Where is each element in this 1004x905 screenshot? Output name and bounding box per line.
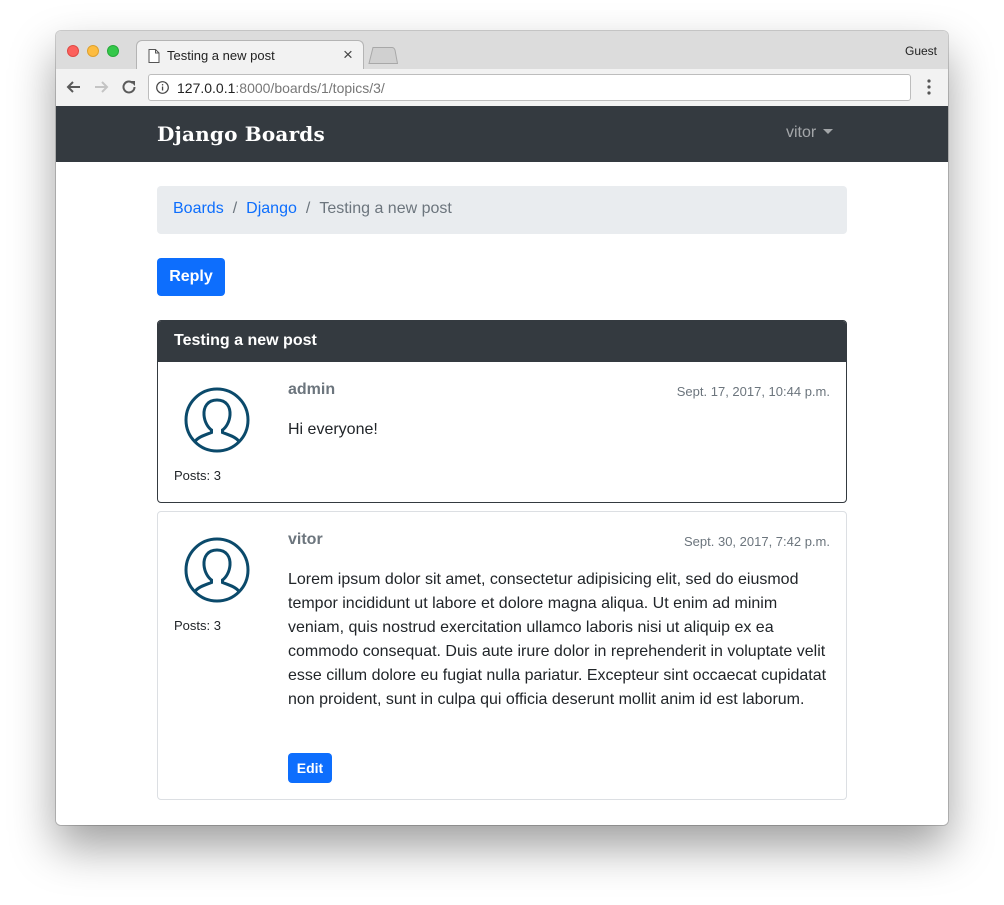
topic-title: Testing a new post xyxy=(158,321,846,362)
url-text: 127.0.0.1:8000/boards/1/topics/3/ xyxy=(177,80,385,96)
reply-button[interactable]: Reply xyxy=(157,258,225,296)
back-arrow-icon[interactable] xyxy=(64,77,84,97)
post-card: Posts: 3 vitor Sept. 30, 2017, 7:42 p.m.… xyxy=(157,511,847,800)
maximize-window-button[interactable] xyxy=(107,45,119,57)
posts-count: Posts: 3 xyxy=(174,618,221,633)
user-avatar-icon xyxy=(184,537,250,603)
breadcrumb-current: Testing a new post xyxy=(319,200,452,217)
browser-window: Testing a new post × Guest 127.0.0.1:800… xyxy=(56,31,948,825)
post-author: admin xyxy=(288,381,336,398)
page-content: Django Boards vitor Boards / Django / Testin… xyxy=(56,106,948,825)
breadcrumb: Boards / Django / Testing a new post xyxy=(157,186,847,234)
url-host: 127.0.0.1 xyxy=(177,80,236,96)
post-author: vitor xyxy=(288,531,323,548)
tab-strip: Testing a new post × Guest xyxy=(56,31,948,70)
post-message: Hi everyone! xyxy=(288,421,378,438)
menu-dots-icon[interactable] xyxy=(927,79,931,95)
post-card: Testing a new post Posts: 3 admin Sept. … xyxy=(157,320,847,503)
user-avatar-icon xyxy=(184,387,250,453)
document-icon xyxy=(148,49,160,63)
post-date: Sept. 30, 2017, 7:42 p.m. xyxy=(684,534,830,549)
browser-toolbar: 127.0.0.1:8000/boards/1/topics/3/ xyxy=(56,69,948,107)
profile-label[interactable]: Guest xyxy=(905,44,937,58)
caret-down-icon xyxy=(823,129,834,134)
browser-tab[interactable]: Testing a new post × xyxy=(136,40,364,70)
minimize-window-button[interactable] xyxy=(87,45,99,57)
new-tab-button[interactable] xyxy=(368,47,398,64)
breadcrumb-boards[interactable]: Boards xyxy=(173,200,224,217)
close-window-button[interactable] xyxy=(67,45,79,57)
navbar: Django Boards vitor xyxy=(56,106,948,162)
address-bar[interactable]: 127.0.0.1:8000/boards/1/topics/3/ xyxy=(148,74,911,101)
forward-arrow-icon[interactable] xyxy=(91,77,111,97)
user-name: vitor xyxy=(786,124,817,141)
info-icon[interactable] xyxy=(156,81,169,94)
breadcrumb-separator: / xyxy=(232,200,238,217)
close-icon[interactable]: × xyxy=(343,46,353,64)
user-dropdown-toggle[interactable]: vitor xyxy=(786,124,834,142)
breadcrumb-separator: / xyxy=(305,200,311,217)
post-message: Lorem ipsum dolor sit amet, consectetur … xyxy=(288,571,827,708)
tab-title: Testing a new post xyxy=(167,48,275,63)
reload-icon[interactable] xyxy=(119,77,139,97)
post-date: Sept. 17, 2017, 10:44 p.m. xyxy=(676,384,830,399)
url-path: :8000/boards/1/topics/3/ xyxy=(235,80,385,96)
edit-button[interactable]: Edit xyxy=(288,753,332,783)
posts-count: Posts: 3 xyxy=(174,468,221,483)
brand-logo[interactable]: Django Boards xyxy=(157,122,325,146)
breadcrumb-django[interactable]: Django xyxy=(246,200,297,217)
